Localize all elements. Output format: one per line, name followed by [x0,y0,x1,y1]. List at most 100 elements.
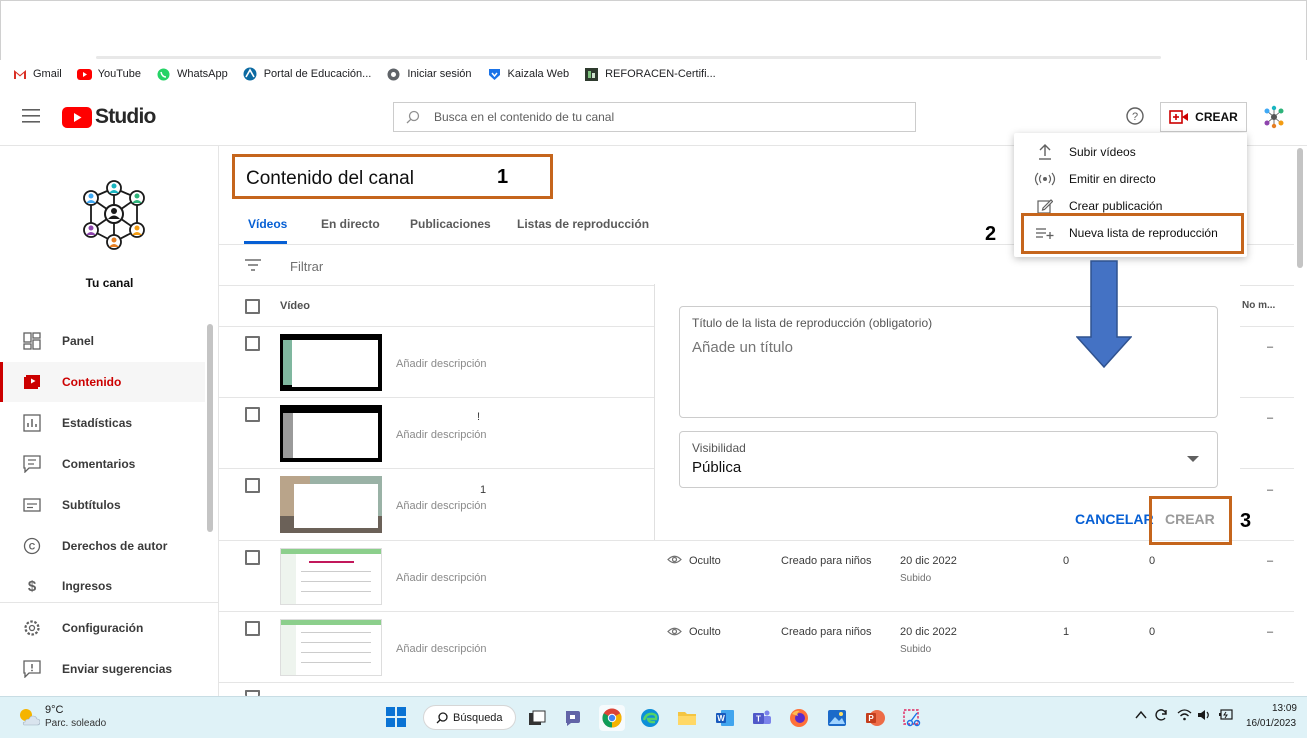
row-visibility[interactable]: Oculto [689,626,721,638]
sidebar-scrollbar[interactable] [207,324,213,532]
wifi-icon[interactable] [1177,709,1192,721]
filter-input[interactable]: Filtrar [290,259,323,274]
video-thumbnail[interactable] [280,476,382,533]
weather-description[interactable]: Parc. soleado [45,718,106,729]
tab-videos[interactable]: Vídeos [248,217,287,231]
sidebar-item-subtitulos[interactable]: Subtítulos [0,485,205,525]
column-header-video[interactable]: Vídeo [280,300,310,312]
tab-en-directo[interactable]: En directo [321,217,380,231]
sidebar-item-panel[interactable]: Panel [0,321,205,361]
windows-taskbar: 9°C Parc. soleado Búsqueda W T P 13:09 1… [0,696,1307,738]
video-thumbnail[interactable] [280,619,382,676]
channel-label[interactable]: Tu canal [0,276,219,290]
row-extra: – [1267,412,1274,424]
video-thumbnail[interactable] [280,334,382,391]
reforacen-icon [584,67,599,82]
cancel-button[interactable]: CANCELAR [1075,511,1154,527]
video-thumbnail[interactable] [280,405,382,462]
row-date: 20 dic 2022 [900,555,957,567]
file-explorer-icon[interactable] [674,705,700,731]
row-audience: Creado para niños [781,626,872,638]
chevron-up-icon[interactable] [1135,710,1147,720]
visibility-select[interactable]: Visibilidad Pública [679,431,1218,488]
sidebar-item-configuracion[interactable]: Configuración [0,608,205,648]
sync-icon[interactable] [1154,708,1168,722]
word-icon[interactable]: W [712,705,738,731]
filter-icon[interactable] [244,258,262,272]
task-view-icon[interactable] [524,705,550,731]
firefox-icon[interactable] [786,705,812,731]
row-description[interactable]: Añadir descripción [396,643,487,655]
bookmark-gmail[interactable]: Gmail [12,67,62,82]
row-visibility[interactable]: Oculto [689,555,721,567]
row-description[interactable]: Añadir descripción [396,358,487,370]
row-description[interactable]: Añadir descripción [396,500,487,512]
edit-icon [1034,197,1056,215]
content-scrollbar[interactable] [1297,148,1303,268]
clock-time[interactable]: 13:09 [1270,703,1297,714]
windows-start-icon[interactable] [386,707,406,727]
weather-temperature[interactable]: 9°C [45,704,63,716]
sidebar-item-comentarios[interactable]: Comentarios [0,444,205,484]
search-input[interactable]: Busca en el contenido de tu canal [393,102,916,132]
taskbar-search[interactable]: Búsqueda [423,705,516,730]
video-thumbnail[interactable] [280,548,382,605]
clock-date[interactable]: 16/01/2023 [1246,718,1296,729]
row-checkbox[interactable] [245,407,260,422]
playlist-title-field[interactable]: Título de la lista de reproducción (obli… [679,306,1218,418]
video-call-icon[interactable] [561,705,587,731]
bookmark-youtube[interactable]: YouTube [76,67,141,82]
chrome-icon[interactable] [599,705,625,731]
svg-text:C: C [29,542,36,552]
column-header-no-monetized[interactable]: No m... [1242,300,1275,311]
row-extra: – [1267,626,1274,638]
account-avatar[interactable] [1262,105,1286,129]
create-button[interactable]: CREAR [1160,102,1247,132]
row-divider [219,682,1294,683]
row-description[interactable]: Añadir descripción [396,429,487,441]
create-button-label: CREAR [1195,110,1238,124]
sidebar-item-contenido[interactable]: Contenido [0,362,205,402]
row-checkbox[interactable] [245,478,260,493]
bookmark-portal[interactable]: Portal de Educación... [243,67,371,82]
bookmark-reforacen[interactable]: REFORACEN-Certifi... [584,67,716,82]
photos-icon[interactable] [824,705,850,731]
partly-sunny-icon[interactable] [18,707,40,727]
bookmark-iniciar-sesion[interactable]: Iniciar sesión [386,67,472,82]
row-comments: 0 [1149,555,1156,567]
hamburger-menu-icon[interactable] [22,107,42,125]
row-checkbox[interactable] [245,621,260,636]
sidebar-item-derechos-de-autor[interactable]: C Derechos de autor [0,526,205,566]
menu-item-emitir-en-directo[interactable]: Emitir en directo [1014,165,1247,192]
bookmark-whatsapp[interactable]: WhatsApp [156,67,228,82]
studio-logo[interactable]: Studio [62,105,156,129]
eye-icon [667,626,682,637]
volume-icon[interactable] [1197,709,1211,721]
sidebar: Tu canal Panel Contenido Estadísticas Co… [0,146,219,696]
channel-avatar[interactable] [76,176,152,252]
snipping-tool-icon[interactable] [899,705,925,731]
tab-listas-de-reproduccion[interactable]: Listas de reproducción [517,217,649,231]
sidebar-item-ingresos[interactable]: $ Ingresos [0,566,205,606]
logo-text: Studio [95,105,156,128]
row-checkbox[interactable] [245,550,260,565]
bookmark-kaizala[interactable]: Kaizala Web [487,67,569,82]
powerpoint-icon[interactable]: P [862,705,888,731]
edge-icon[interactable] [637,705,663,731]
battery-icon[interactable] [1218,709,1234,721]
select-all-checkbox[interactable] [245,299,260,314]
menu-item-subir-videos[interactable]: Subir vídeos [1014,138,1247,165]
address-bar[interactable] [96,56,1161,59]
tab-publicaciones[interactable]: Publicaciones [410,217,491,231]
sidebar-item-enviar-sugerencias[interactable]: Enviar sugerencias [0,649,205,689]
row-checkbox[interactable] [245,336,260,351]
row-extra: – [1267,341,1274,353]
sidebar-item-estadisticas[interactable]: Estadísticas [0,403,205,443]
row-description[interactable]: Añadir descripción [396,572,487,584]
annotation-number-2: 2 [985,223,997,245]
whatsapp-icon [156,67,171,82]
teams-icon[interactable]: T [749,705,775,731]
youtube-icon [76,67,92,82]
video-add-icon [1169,110,1189,124]
help-icon[interactable]: ? [1125,106,1145,126]
